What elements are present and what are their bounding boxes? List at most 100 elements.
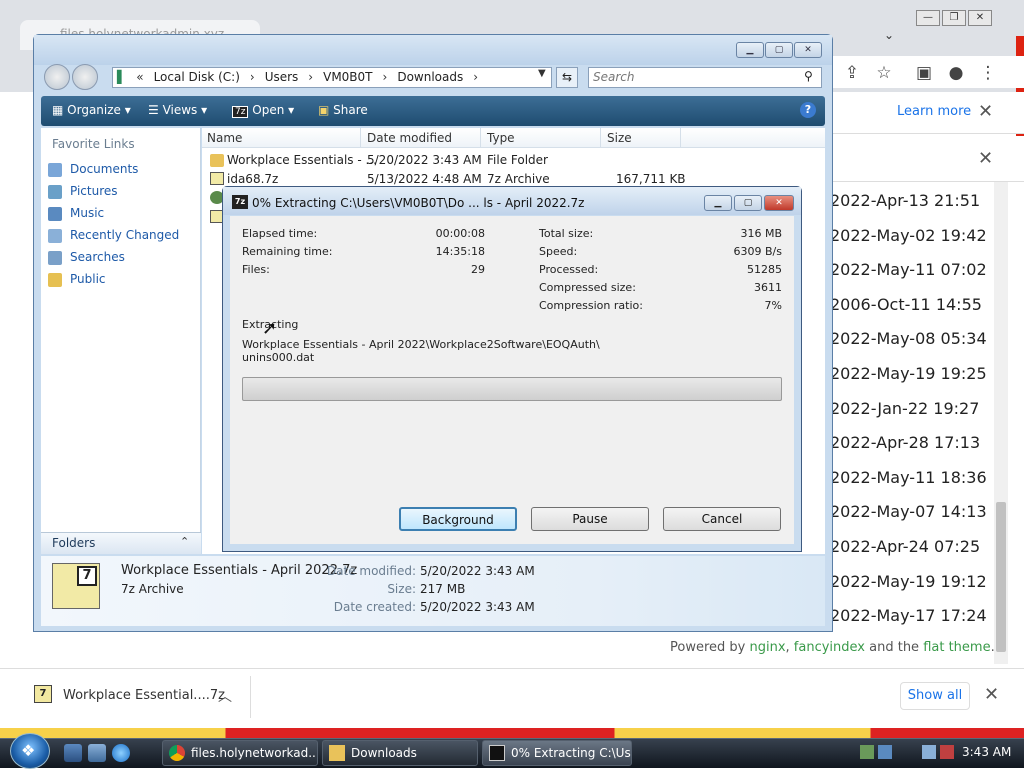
- favorite-searches[interactable]: Searches: [48, 250, 125, 265]
- display-icon[interactable]: [922, 745, 936, 759]
- share-menu[interactable]: ▣ Share: [318, 103, 368, 117]
- favorite-pictures[interactable]: Pictures: [48, 184, 118, 199]
- chevron-right-icon[interactable]: ›: [250, 70, 255, 84]
- chevron-left-icon[interactable]: «: [136, 70, 143, 84]
- network-icon[interactable]: [860, 745, 874, 759]
- learn-more-link[interactable]: Learn more: [897, 104, 971, 119]
- close-icon[interactable]: ✕: [794, 42, 822, 58]
- switch-windows-icon[interactable]: [88, 744, 106, 762]
- close-icon[interactable]: ✕: [984, 684, 999, 705]
- close-icon[interactable]: ✕: [764, 195, 794, 211]
- column-divider[interactable]: [360, 128, 361, 148]
- favorite-documents[interactable]: Documents: [48, 162, 138, 177]
- directory-date: 2006-Oct-11 14:55: [830, 294, 982, 314]
- scrollbar-thumb[interactable]: [996, 502, 1006, 652]
- fancyindex-link[interactable]: fancyindex: [794, 640, 865, 655]
- breadcrumb-segment[interactable]: Users: [265, 68, 299, 87]
- column-divider[interactable]: [680, 128, 681, 148]
- show-desktop-icon[interactable]: [64, 744, 82, 762]
- tab-search-chevron-icon[interactable]: ⌄: [884, 28, 894, 42]
- help-icon[interactable]: ?: [800, 102, 816, 118]
- favorite-links-heading: Favorite Links: [52, 137, 135, 151]
- column-header-size[interactable]: Size: [607, 131, 632, 145]
- back-button[interactable]: [44, 64, 70, 90]
- chevron-right-icon[interactable]: ›: [473, 70, 478, 84]
- minimize-icon[interactable]: ▁: [704, 195, 732, 211]
- favorite-music[interactable]: Music: [48, 206, 104, 221]
- favorite-label: Documents: [70, 162, 139, 176]
- powered-text: .: [990, 640, 995, 655]
- file-date: 5/13/2022 4:48 AM: [367, 172, 482, 186]
- column-header-date[interactable]: Date modified: [367, 131, 452, 145]
- chevron-up-icon[interactable]: ⌃: [180, 535, 189, 548]
- show-all-button[interactable]: Show all: [900, 682, 970, 710]
- current-file-name: unins000.dat: [242, 351, 315, 364]
- stat-label: Compressed size:: [539, 281, 636, 294]
- stat-value: 14:35:18: [435, 245, 485, 258]
- file-name[interactable]: Workplace Essentials - ...: [227, 153, 377, 167]
- column-header-type[interactable]: Type: [487, 131, 515, 145]
- chevron-up-icon[interactable]: ︿: [218, 686, 232, 706]
- search-icon[interactable]: ⚲: [804, 69, 813, 83]
- chevron-right-icon[interactable]: ›: [308, 70, 313, 84]
- directory-date: 2022-May-11 07:02: [830, 260, 987, 280]
- profile-avatar-icon[interactable]: ●: [944, 63, 968, 83]
- file-type: 7z Archive: [487, 172, 550, 186]
- explorer-title-bar[interactable]: [34, 35, 832, 65]
- open-menu[interactable]: 7z Open ▾: [232, 103, 294, 118]
- recently-changed-icon: [48, 228, 62, 243]
- stat-value: 7%: [764, 299, 782, 312]
- side-panel-icon[interactable]: ▣: [912, 63, 936, 83]
- forward-button[interactable]: [72, 64, 98, 90]
- start-button[interactable]: ❖: [10, 733, 50, 769]
- chevron-right-icon[interactable]: ›: [383, 70, 388, 84]
- download-item-name[interactable]: Workplace Essential....7z: [63, 688, 225, 703]
- dropdown-arrow-icon[interactable]: ▼: [538, 68, 546, 79]
- favorite-recently-changed[interactable]: Recently Changed: [48, 228, 179, 243]
- language-icon[interactable]: [878, 745, 892, 759]
- close-icon[interactable]: ✕: [978, 148, 993, 169]
- nginx-link[interactable]: nginx: [749, 640, 785, 655]
- stat-label: Total size:: [539, 227, 594, 240]
- breadcrumb-segment[interactable]: Local Disk (C:): [154, 68, 240, 87]
- details-label: Date created:: [333, 600, 416, 614]
- column-divider[interactable]: [600, 128, 601, 148]
- column-header-name[interactable]: Name: [207, 131, 242, 145]
- maximize-icon[interactable]: ❐: [942, 10, 966, 26]
- breadcrumb-segment[interactable]: Downloads: [397, 68, 463, 87]
- menu-kebab-icon[interactable]: ⋮: [976, 63, 1000, 83]
- flat-theme-link[interactable]: flat theme: [923, 640, 990, 655]
- volume-muted-icon[interactable]: [940, 745, 954, 759]
- chrome-icon: [169, 745, 185, 761]
- background-button[interactable]: Background: [399, 507, 517, 531]
- organize-menu[interactable]: ▦ Organize ▾: [52, 103, 131, 117]
- taskbar-item-7zip[interactable]: 0% Extracting C:\Us...: [482, 740, 632, 766]
- powered-text: Powered by: [670, 640, 750, 655]
- internet-explorer-icon[interactable]: [112, 744, 130, 762]
- taskbar-item-downloads[interactable]: Downloads: [322, 740, 478, 766]
- minimize-icon[interactable]: ▁: [736, 42, 764, 58]
- refresh-button[interactable]: ⇆: [556, 67, 578, 88]
- close-icon[interactable]: ✕: [978, 101, 993, 122]
- address-bar[interactable]: ▌ « Local Disk (C:) › Users › VM0B0T › Downloads…: [112, 67, 552, 88]
- bookmark-star-icon[interactable]: ☆: [872, 63, 896, 83]
- file-name[interactable]: ida68.7z: [227, 172, 278, 186]
- directory-date: 2022-May-02 19:42: [830, 225, 987, 245]
- maximize-icon[interactable]: ▢: [734, 195, 762, 211]
- dialog-window-controls: ▁ ▢ ✕: [704, 195, 794, 211]
- views-menu[interactable]: ☰ Views ▾: [148, 103, 207, 117]
- maximize-icon[interactable]: ▢: [765, 42, 793, 58]
- cancel-button[interactable]: Cancel: [663, 507, 781, 531]
- favorite-public[interactable]: Public: [48, 272, 106, 287]
- close-icon[interactable]: ✕: [968, 10, 992, 26]
- stat-value: 6309 B/s: [733, 245, 782, 258]
- share-icon[interactable]: ⇪: [840, 63, 864, 83]
- column-divider[interactable]: [480, 128, 481, 148]
- breadcrumb-segment[interactable]: VM0B0T: [323, 68, 372, 87]
- directory-date: 2022-Apr-24 07:25: [830, 536, 981, 556]
- search-input[interactable]: Search: [588, 67, 822, 88]
- taskbar-item-chrome[interactable]: files.holynetworkad...: [162, 740, 318, 766]
- minimize-icon[interactable]: —: [916, 10, 940, 26]
- system-clock[interactable]: 3:43 AM: [962, 745, 1011, 759]
- pause-button[interactable]: Pause: [531, 507, 649, 531]
